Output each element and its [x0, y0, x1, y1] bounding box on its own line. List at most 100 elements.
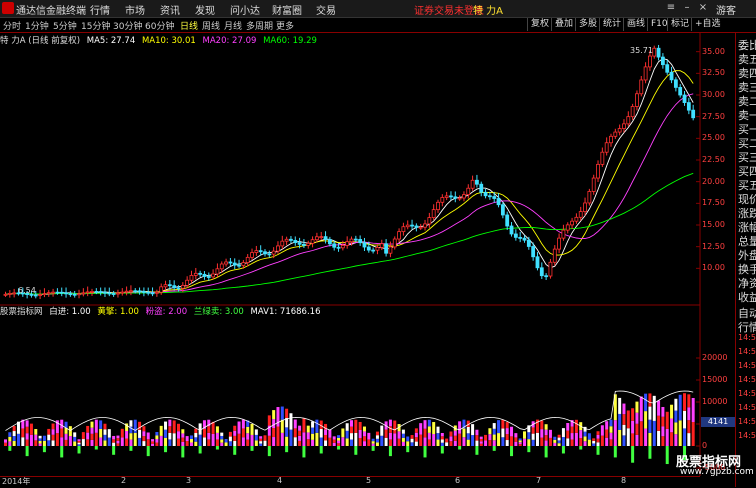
- menu-item-caifuquan[interactable]: 财富圈: [272, 2, 302, 17]
- volume-bar-negative: [319, 446, 323, 454]
- volume-tick-label: 20000: [702, 353, 728, 362]
- volume-bar-segment: [211, 421, 215, 434]
- volume-bar-segment: [47, 428, 51, 435]
- period-more[interactable]: 更多: [276, 19, 294, 32]
- volume-bar-segment: [276, 426, 280, 446]
- period-30min[interactable]: 30分钟: [113, 19, 142, 32]
- volume-bar-segment: [164, 437, 168, 446]
- volume-bar-segment: [622, 424, 626, 436]
- volume-bar-segment: [246, 439, 250, 446]
- volume-bar-negative: [129, 446, 133, 451]
- period-monthly[interactable]: 月线: [224, 19, 242, 32]
- candle-body: [280, 240, 285, 247]
- candle-body: [206, 276, 211, 278]
- period-1min[interactable]: 1分钟: [25, 19, 49, 32]
- period-5min[interactable]: 5分钟: [53, 19, 77, 32]
- volume-bar-segment: [583, 436, 587, 442]
- volume-bar-segment: [311, 427, 315, 434]
- volume-bar-segment: [367, 439, 371, 446]
- fendao-value: 粉盗: 2.00: [145, 307, 188, 317]
- volume-bar-segment: [276, 407, 280, 427]
- add-favorite-button[interactable]: +自选: [691, 18, 724, 31]
- volume-bar-segment: [518, 438, 522, 441]
- volume-bar-segment: [661, 426, 665, 437]
- volume-bar-segment: [228, 431, 232, 437]
- volume-bar-segment: [155, 442, 159, 446]
- volume-bar-segment: [189, 442, 193, 446]
- candle-body: [397, 231, 401, 240]
- volume-bar-segment: [609, 432, 613, 440]
- close-icon[interactable]: ×: [696, 2, 710, 14]
- volume-bar-segment: [103, 429, 107, 435]
- volume-bar-negative: [215, 446, 219, 450]
- menu-item-shichang[interactable]: 市场: [125, 2, 145, 17]
- price-tick-label: 35.00: [702, 46, 725, 56]
- period-weekly[interactable]: 周线: [202, 19, 220, 32]
- volume-bar-segment: [345, 438, 349, 446]
- volume-bar-segment: [345, 430, 349, 439]
- guest-label[interactable]: 游客: [716, 2, 736, 17]
- volume-bar-segment: [674, 434, 678, 446]
- ma5-line: [5, 58, 694, 295]
- volume-bar-segment: [302, 432, 306, 446]
- tick-time-label: 14:50: [738, 417, 756, 426]
- candle-body: [604, 142, 609, 153]
- candle-body: [444, 195, 449, 198]
- menu-item-wenxiaoda[interactable]: 问小达: [230, 2, 260, 17]
- volume-bar-segment: [337, 437, 341, 441]
- fuquan-button[interactable]: 复权: [527, 18, 552, 31]
- volume-bar-segment: [112, 439, 116, 443]
- date-label: 5: [366, 476, 372, 485]
- volume-bar-segment: [514, 437, 518, 442]
- volume-bar-segment: [423, 420, 427, 429]
- candle-body: [362, 242, 367, 248]
- price-tick-label: 32.50: [702, 68, 725, 78]
- duogu-button[interactable]: 多股: [575, 18, 600, 31]
- volume-bar-segment: [423, 437, 427, 446]
- candle-body: [107, 292, 112, 295]
- menu-icon[interactable]: ≡: [664, 2, 678, 14]
- menu-item-jiaoyi[interactable]: 交易: [316, 2, 336, 17]
- volume-bar-segment: [138, 429, 142, 438]
- volume-bar-segment: [505, 422, 509, 429]
- volume-bar-segment: [691, 397, 695, 422]
- volume-bar-segment: [388, 432, 392, 440]
- candle-body: [258, 250, 263, 253]
- volume-bar-segment: [553, 442, 557, 446]
- period-multi[interactable]: 多周期: [246, 19, 273, 32]
- volume-bar-segment: [479, 441, 483, 444]
- volume-bar-segment: [81, 432, 85, 440]
- volume-bar-segment: [90, 427, 94, 434]
- volume-bar-segment: [207, 432, 211, 440]
- menu-item-zixun[interactable]: 资讯: [160, 2, 180, 17]
- biaoji-button[interactable]: 标记: [667, 18, 692, 31]
- candle-body: [622, 123, 626, 129]
- menu-item-faxian[interactable]: 发现: [195, 2, 215, 17]
- period-15min[interactable]: 15分钟: [81, 19, 110, 32]
- tongji-button[interactable]: 统计: [599, 18, 624, 31]
- candle-body: [600, 151, 605, 165]
- candle-body: [159, 286, 164, 293]
- volume-bar-segment: [436, 433, 440, 440]
- volume-bar-segment: [99, 437, 103, 446]
- period-fenshi[interactable]: 分时: [3, 19, 21, 32]
- app-logo-icon: [2, 2, 14, 14]
- period-60min[interactable]: 60分钟: [145, 19, 174, 32]
- candle-body: [64, 292, 68, 295]
- period-daily[interactable]: 日线: [180, 19, 198, 32]
- minimize-icon[interactable]: –: [680, 2, 694, 14]
- volume-bar-segment: [207, 439, 211, 446]
- volume-bar-segment: [60, 428, 64, 438]
- menu-item-hangqing[interactable]: 行情: [90, 2, 110, 17]
- diejia-button[interactable]: 叠加: [551, 18, 576, 31]
- kline-chart[interactable]: [0, 33, 735, 476]
- candle-body: [349, 238, 354, 243]
- volume-bar-segment: [471, 424, 475, 436]
- volume-bar-segment: [241, 428, 245, 438]
- huaxian-button[interactable]: 画线: [623, 18, 648, 31]
- volume-bar-segment: [289, 413, 293, 430]
- volume-bar-segment: [497, 420, 501, 434]
- candle-body: [392, 238, 397, 248]
- volume-bar-segment: [618, 397, 622, 414]
- volume-bar-segment: [661, 406, 665, 417]
